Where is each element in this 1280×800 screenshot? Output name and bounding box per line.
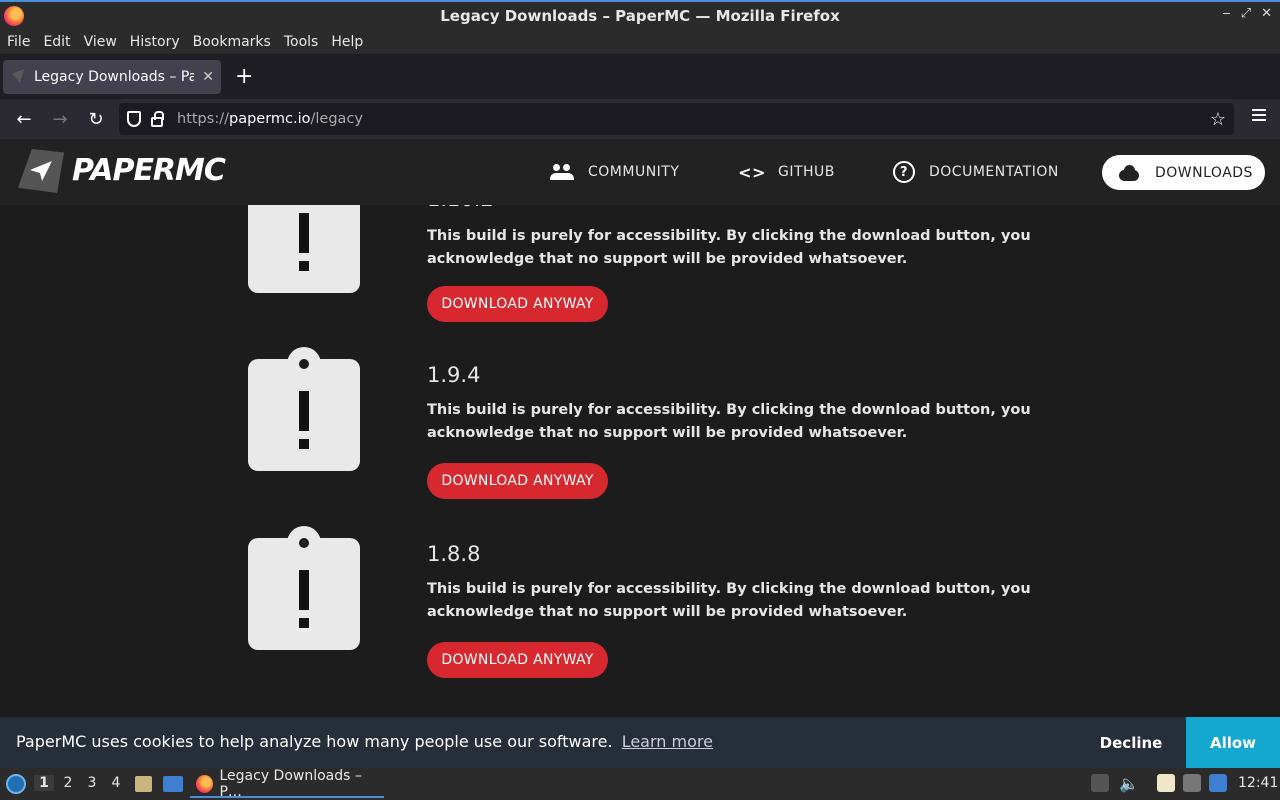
network-icon[interactable] bbox=[1183, 774, 1201, 792]
reload-button[interactable]: ↻ bbox=[78, 109, 114, 130]
navigation-toolbar: ← → ↻ https:// papermc.io /legacy ☆ bbox=[0, 99, 1280, 139]
menu-tools[interactable]: Tools bbox=[284, 34, 319, 50]
workspace-3[interactable]: 3 bbox=[82, 775, 102, 791]
menu-help[interactable]: Help bbox=[331, 34, 363, 50]
minimize-button[interactable]: ‒ bbox=[1222, 6, 1230, 21]
build-description: This build is purely for accessibility. … bbox=[427, 581, 1031, 620]
papermc-logo-text[interactable]: PAPERMC bbox=[72, 153, 226, 188]
volume-icon[interactable]: 🔈 bbox=[1119, 774, 1139, 793]
nav-github[interactable]: <> GITHUB bbox=[738, 161, 835, 183]
cookie-banner: PaperMC uses cookies to help analyze how… bbox=[0, 717, 1280, 768]
menu-bookmarks[interactable]: Bookmarks bbox=[193, 34, 271, 50]
update-notifier-icon[interactable] bbox=[1209, 774, 1227, 792]
nav-documentation[interactable]: ? DOCUMENTATION bbox=[893, 161, 1059, 183]
app-menu-hamburger-icon[interactable] bbox=[1252, 109, 1266, 121]
community-icon bbox=[550, 161, 574, 183]
tab-title: Legacy Downloads – PaperMC bbox=[34, 69, 195, 85]
menu-bar: File Edit View History Bookmarks Tools H… bbox=[0, 29, 1280, 54]
workspace-2[interactable]: 2 bbox=[58, 775, 78, 791]
cloud-download-icon bbox=[1117, 164, 1141, 181]
back-button[interactable]: ← bbox=[6, 109, 42, 130]
bookmark-star-icon[interactable]: ☆ bbox=[1210, 109, 1226, 130]
cookie-message: PaperMC uses cookies to help analyze how… bbox=[16, 732, 713, 751]
downloads-button-label: DOWNLOADS bbox=[1155, 164, 1253, 181]
eject-icon[interactable] bbox=[1091, 774, 1109, 792]
menu-edit[interactable]: Edit bbox=[43, 34, 70, 50]
papermc-logo-icon[interactable] bbox=[18, 149, 64, 193]
warning-card-icon bbox=[248, 526, 360, 650]
show-desktop-icon[interactable] bbox=[163, 776, 183, 792]
download-anyway-button[interactable]: DOWNLOAD ANYWAY bbox=[427, 463, 608, 499]
menu-history[interactable]: History bbox=[130, 34, 180, 50]
url-host: papermc.io bbox=[228, 111, 311, 127]
tab-legacy-downloads[interactable]: Legacy Downloads – PaperMC ✕ bbox=[3, 60, 221, 94]
url-path: /legacy bbox=[310, 111, 363, 127]
site-header: PAPERMC COMMUNITY <> GITHUB ? DOCUMENTAT… bbox=[0, 139, 1280, 205]
help-circle-icon: ? bbox=[893, 161, 915, 183]
page-content: PAPERMC COMMUNITY <> GITHUB ? DOCUMENTAT… bbox=[0, 139, 1280, 765]
close-tab-icon[interactable]: ✕ bbox=[202, 69, 214, 85]
build-entry: 1.8.8 This build is purely for accessibi… bbox=[0, 526, 1280, 706]
cookie-message-text: PaperMC uses cookies to help analyze how… bbox=[16, 732, 613, 751]
taskbar-firefox-window[interactable]: Legacy Downloads – P… bbox=[190, 767, 384, 800]
build-description: This build is purely for accessibility. … bbox=[427, 402, 1031, 441]
build-entry: 1.10.2 This build is purely for accessib… bbox=[0, 169, 1280, 363]
build-version: 1.9.4 bbox=[427, 363, 481, 387]
menu-file[interactable]: File bbox=[7, 34, 30, 50]
clock: 12:41 bbox=[1238, 775, 1279, 791]
taskbar: 1 2 3 4 Legacy Downloads – P… 🔈 12:41 bbox=[0, 768, 1280, 800]
nav-community[interactable]: COMMUNITY bbox=[550, 161, 679, 183]
firefox-icon bbox=[196, 774, 214, 793]
forward-button[interactable]: → bbox=[42, 109, 78, 130]
window-title: Legacy Downloads – PaperMC — Mozilla Fir… bbox=[440, 6, 840, 25]
close-window-button[interactable]: ✕ bbox=[1261, 6, 1272, 21]
url-bar[interactable]: https:// papermc.io /legacy ☆ bbox=[119, 103, 1234, 135]
nav-community-label: COMMUNITY bbox=[588, 164, 680, 180]
decline-cookies-button[interactable]: Decline bbox=[1076, 717, 1186, 768]
window-titlebar: Legacy Downloads – PaperMC — Mozilla Fir… bbox=[0, 0, 1280, 29]
window-controls: ‒ ⤢ ✕ bbox=[1222, 6, 1272, 21]
workspace-1[interactable]: 1 bbox=[34, 775, 54, 791]
maximize-button[interactable]: ⤢ bbox=[1241, 6, 1251, 21]
downloads-button[interactable]: DOWNLOADS bbox=[1102, 155, 1265, 190]
start-menu-icon[interactable] bbox=[6, 774, 26, 794]
papermc-favicon-icon bbox=[11, 69, 25, 84]
file-manager-icon[interactable] bbox=[135, 776, 152, 792]
new-tab-button[interactable]: + bbox=[235, 66, 253, 88]
allow-cookies-button[interactable]: Allow bbox=[1186, 717, 1280, 768]
firefox-logo-icon bbox=[4, 6, 24, 26]
warning-card-icon bbox=[248, 347, 360, 471]
nav-github-label: GITHUB bbox=[778, 164, 835, 180]
tab-strip: Legacy Downloads – PaperMC ✕ + bbox=[0, 55, 1280, 99]
download-anyway-button[interactable]: DOWNLOAD ANYWAY bbox=[427, 642, 608, 678]
menu-view[interactable]: View bbox=[84, 34, 117, 50]
url-scheme: https:// bbox=[177, 111, 229, 127]
build-entry: 1.9.4 This build is purely for accessibi… bbox=[0, 347, 1280, 527]
clipboard-icon[interactable] bbox=[1157, 774, 1175, 792]
download-anyway-button[interactable]: DOWNLOAD ANYWAY bbox=[427, 286, 608, 322]
tracking-protection-shield-icon[interactable] bbox=[127, 111, 141, 127]
learn-more-link[interactable]: Learn more bbox=[622, 732, 713, 751]
code-brackets-icon: <> bbox=[738, 162, 766, 182]
lock-icon[interactable] bbox=[151, 110, 164, 127]
workspace-4[interactable]: 4 bbox=[106, 775, 126, 791]
nav-documentation-label: DOCUMENTATION bbox=[929, 164, 1059, 180]
build-version: 1.8.8 bbox=[427, 542, 481, 566]
build-description: This build is purely for accessibility. … bbox=[427, 228, 1031, 267]
taskbar-window-label: Legacy Downloads – P… bbox=[219, 767, 362, 800]
